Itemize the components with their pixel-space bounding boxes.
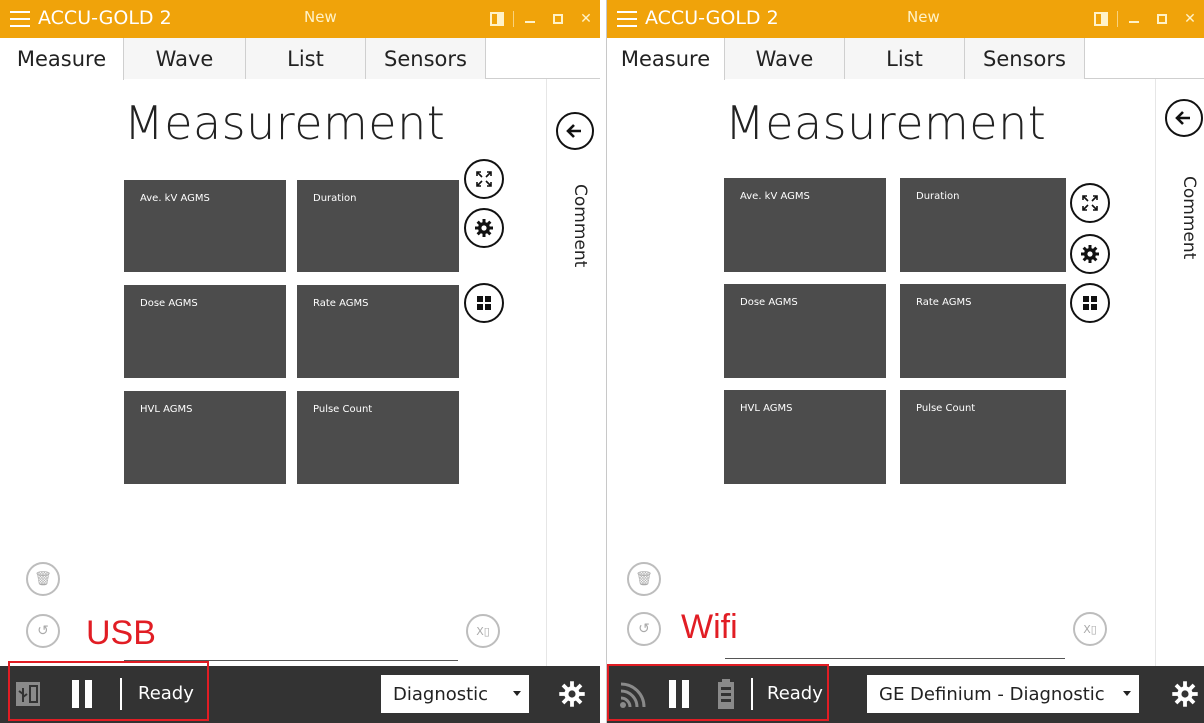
tile-dose[interactable]: Dose AGMS — [724, 284, 886, 378]
excel-icon: X▯ — [1083, 622, 1097, 636]
hamburger-menu-icon[interactable] — [617, 11, 637, 27]
tile-rate[interactable]: Rate AGMS — [900, 284, 1066, 378]
mode-dropdown-value: Diagnostic — [393, 683, 489, 705]
tile-hvl[interactable]: HVL AGMS — [724, 390, 886, 484]
expand-button[interactable] — [464, 159, 504, 199]
page-title: Measurement — [725, 96, 1047, 150]
snap-panel-icon — [1094, 12, 1108, 26]
connection-annotation: USB — [86, 614, 156, 652]
highlight-box — [607, 664, 829, 721]
close-button[interactable]: ✕ — [572, 0, 600, 38]
maximize-button[interactable] — [1148, 0, 1176, 38]
tab-sensors[interactable]: Sensors — [965, 38, 1085, 79]
close-button[interactable]: ✕ — [1176, 0, 1204, 38]
hamburger-menu-icon[interactable] — [10, 11, 30, 27]
app-title: ACCU-GOLD 2 — [38, 7, 172, 29]
grid-icon — [1083, 296, 1097, 310]
export-excel-button[interactable]: X▯ — [466, 614, 500, 648]
tab-sensors[interactable]: Sensors — [366, 38, 486, 79]
trash-icon: 🗑 — [34, 571, 52, 587]
expand-icon — [476, 171, 492, 187]
maximize-icon — [1157, 14, 1167, 24]
window-controls: ✕ — [483, 0, 600, 38]
tab-wave[interactable]: Wave — [124, 38, 246, 79]
tab-bar: Measure Wave List Sensors — [607, 38, 1204, 80]
arrow-left-icon — [1175, 111, 1190, 125]
snap-panel-icon — [490, 12, 504, 26]
gear-icon — [1081, 245, 1099, 263]
back-button[interactable] — [1165, 99, 1203, 137]
tab-list[interactable]: List — [845, 38, 965, 79]
app-window-usb: ACCU-GOLD 2 New ✕ Measure Wave List Sens… — [0, 0, 600, 723]
expand-icon — [1082, 195, 1098, 211]
excel-icon: X▯ — [476, 624, 490, 638]
window-controls: ✕ — [1087, 0, 1204, 38]
delete-button[interactable]: 🗑 — [26, 562, 60, 596]
mode-dropdown[interactable]: GE Definium - Diagnostic — [867, 675, 1139, 713]
comment-tab[interactable]: Comment — [570, 184, 590, 267]
delete-button[interactable]: 🗑 — [627, 562, 661, 596]
document-title: New — [304, 8, 337, 26]
title-bar: ACCU-GOLD 2 New ✕ — [607, 0, 1204, 38]
tile-ave-kv[interactable]: Ave. kV AGMS — [124, 180, 286, 272]
close-icon: ✕ — [1184, 11, 1196, 27]
tile-duration[interactable]: Duration — [900, 178, 1066, 272]
undo-icon: ↺ — [37, 623, 49, 639]
mode-dropdown[interactable]: Diagnostic — [381, 675, 529, 713]
highlight-box — [8, 661, 209, 721]
tile-pulse-count[interactable]: Pulse Count — [900, 390, 1066, 484]
tab-wave[interactable]: Wave — [725, 38, 845, 79]
minimize-button[interactable] — [1120, 0, 1148, 38]
maximize-button[interactable] — [544, 0, 572, 38]
snap-panel-button[interactable] — [483, 0, 511, 38]
expand-button[interactable] — [1070, 183, 1110, 223]
tile-dose[interactable]: Dose AGMS — [124, 285, 286, 378]
page-title: Measurement — [124, 96, 446, 150]
document-title: New — [907, 8, 940, 26]
minimize-icon — [1129, 21, 1139, 23]
tile-pulse-count[interactable]: Pulse Count — [297, 391, 459, 484]
snap-panel-button[interactable] — [1087, 0, 1115, 38]
mode-dropdown-value: GE Definium - Diagnostic — [879, 683, 1105, 705]
tab-measure[interactable]: Measure — [607, 38, 725, 80]
app-title: ACCU-GOLD 2 — [645, 7, 779, 29]
chevron-down-icon — [1123, 691, 1131, 696]
tile-rate[interactable]: Rate AGMS — [297, 285, 459, 378]
undo-icon: ↺ — [638, 621, 650, 637]
settings-button[interactable] — [1070, 234, 1110, 274]
sidebar-divider — [1155, 79, 1156, 666]
comment-tab[interactable]: Comment — [1179, 176, 1199, 259]
close-icon: ✕ — [580, 11, 592, 27]
maximize-icon — [553, 14, 563, 24]
gear-icon — [475, 219, 493, 237]
tile-hvl[interactable]: HVL AGMS — [124, 391, 286, 484]
export-excel-button[interactable]: X▯ — [1073, 612, 1107, 646]
title-bar: ACCU-GOLD 2 New ✕ — [0, 0, 600, 38]
comment-underline — [725, 658, 1065, 659]
undo-button[interactable]: ↺ — [26, 614, 60, 648]
layout-button[interactable] — [1070, 283, 1110, 323]
tab-measure[interactable]: Measure — [0, 38, 124, 80]
tab-list[interactable]: List — [246, 38, 366, 79]
settings-button[interactable] — [464, 208, 504, 248]
chevron-down-icon — [513, 691, 521, 696]
minimize-button[interactable] — [516, 0, 544, 38]
back-button[interactable] — [556, 112, 594, 150]
status-settings-gear-icon[interactable] — [558, 680, 586, 708]
minimize-icon — [525, 21, 535, 23]
connection-annotation: Wifi — [681, 608, 738, 646]
trash-icon: 🗑 — [635, 571, 653, 587]
tile-ave-kv[interactable]: Ave. kV AGMS — [724, 178, 886, 272]
sidebar-divider — [546, 79, 547, 666]
tab-bar: Measure Wave List Sensors — [0, 38, 600, 80]
layout-button[interactable] — [464, 283, 504, 323]
status-settings-gear-icon[interactable] — [1171, 680, 1199, 708]
divider — [513, 11, 514, 27]
grid-icon — [477, 296, 491, 310]
tile-duration[interactable]: Duration — [297, 180, 459, 272]
divider — [1117, 11, 1118, 27]
app-window-wifi: ACCU-GOLD 2 New ✕ Measure Wave List Sens… — [606, 0, 1204, 723]
undo-button[interactable]: ↺ — [627, 612, 661, 646]
arrow-left-icon — [566, 124, 581, 138]
